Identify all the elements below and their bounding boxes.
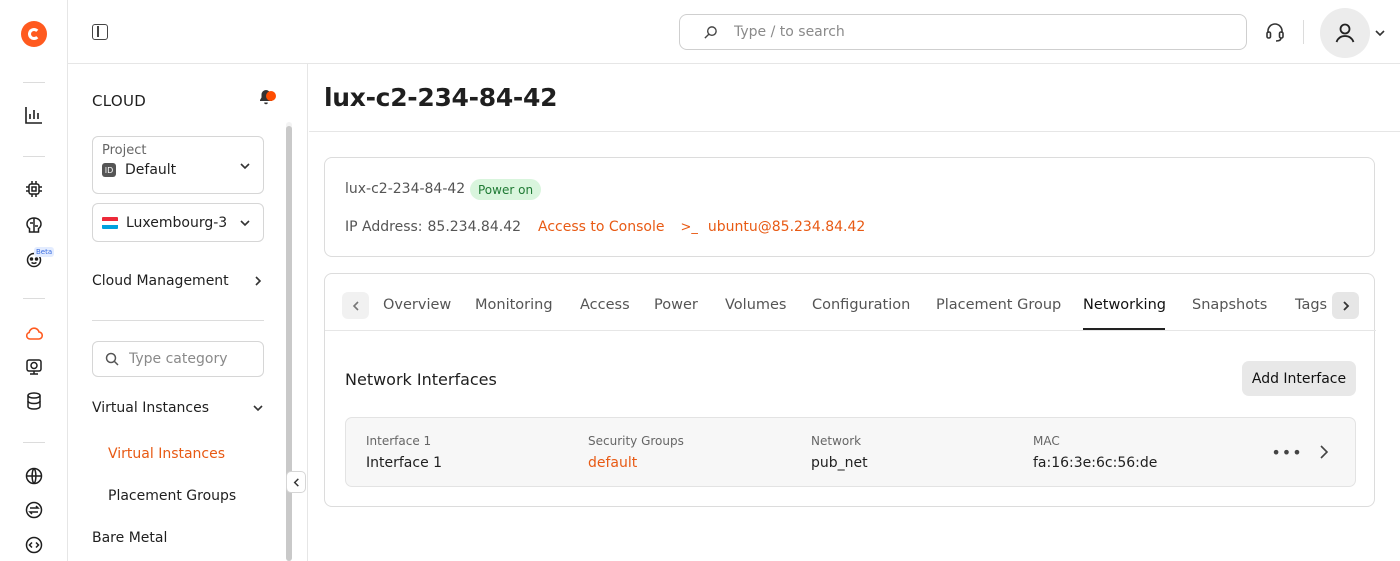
tab-networking[interactable]: Networking xyxy=(1083,297,1166,313)
region-select[interactable]: Luxembourg-3 xyxy=(92,203,264,242)
network-label: Network xyxy=(811,434,862,448)
brain-ai-icon[interactable] xyxy=(23,214,45,236)
sidebar-item-placement-groups[interactable]: Placement Groups xyxy=(108,488,236,504)
tab-placement-group[interactable]: Placement Group xyxy=(936,297,1061,313)
tab-snapshots[interactable]: Snapshots xyxy=(1192,297,1267,313)
tab-volumes[interactable]: Volumes xyxy=(725,297,786,313)
tab-overview[interactable]: Overview xyxy=(383,297,451,313)
tab-strip: Overview Monitoring Access Power Volumes… xyxy=(325,274,1376,331)
rail-divider xyxy=(23,82,45,83)
user-avatar[interactable] xyxy=(1320,8,1370,58)
ip-value: 85.234.84.42 xyxy=(427,219,522,235)
rail-divider xyxy=(23,298,45,299)
project-label: Project xyxy=(102,143,147,158)
chevron-down-icon xyxy=(239,217,251,229)
code-icon[interactable] xyxy=(23,534,45,556)
instance-name: lux-c2-234-84-42 xyxy=(345,181,466,197)
tab-tags[interactable]: Tags xyxy=(1295,297,1327,313)
chevron-down-icon xyxy=(239,160,251,172)
analytics-icon[interactable] xyxy=(23,104,45,126)
tab-power[interactable]: Power xyxy=(654,297,698,313)
table-row[interactable]: Interface 1 Interface 1 Security Groups … xyxy=(345,417,1356,487)
mac-value: fa:16:3e:6c:56:de xyxy=(1033,455,1158,471)
virtual-instances-group-label: Virtual Instances xyxy=(92,400,210,416)
network-cell: Network pub_net xyxy=(811,434,868,471)
instance-details-card: Overview Monitoring Access Power Volumes… xyxy=(324,273,1376,507)
tab-monitoring[interactable]: Monitoring xyxy=(475,297,553,313)
topbar-divider xyxy=(1303,20,1304,44)
ip-label: IP Address: xyxy=(345,219,423,235)
notification-dot xyxy=(266,91,276,101)
page-title: lux-c2-234-84-42 xyxy=(324,83,558,112)
rail-divider xyxy=(23,156,45,157)
category-input[interactable] xyxy=(129,351,249,367)
terminal-icon: >_ xyxy=(680,219,698,235)
bare-metal-nav[interactable]: Bare Metal xyxy=(92,530,264,546)
chevron-left-icon xyxy=(352,300,359,311)
mac-label: MAC xyxy=(1033,434,1060,448)
sidebar-divider xyxy=(92,320,264,321)
mac-cell: MAC fa:16:3e:6c:56:de xyxy=(1033,434,1157,471)
search-icon xyxy=(702,24,718,40)
interface-label: Interface 1 xyxy=(366,434,432,448)
luxembourg-flag-icon xyxy=(102,216,118,229)
project-select[interactable]: Project ID Default xyxy=(92,136,264,194)
security-group-link[interactable]: default xyxy=(588,455,684,471)
interface-value: Interface 1 xyxy=(366,455,443,471)
sidebar-scrollbar-thumb[interactable] xyxy=(286,126,292,561)
tabs-scroll-right-button[interactable] xyxy=(1332,292,1359,319)
access-console-link[interactable]: Access to Console xyxy=(538,219,664,235)
network-value: pub_net xyxy=(811,455,868,471)
more-options-icon[interactable]: ••• xyxy=(1271,442,1301,462)
ip-row: IP Address: 85.234.84.42 Access to Conso… xyxy=(345,219,865,235)
cloud-sidebar: CLOUD Project ID Default Luxembourg-3 Cl… xyxy=(68,64,308,561)
rail-divider xyxy=(23,442,45,443)
header-divider xyxy=(309,131,1400,132)
sidebar-item-virtual-instances[interactable]: Virtual Instances xyxy=(108,446,225,462)
chevron-left-icon xyxy=(293,477,299,487)
global-search[interactable] xyxy=(679,14,1247,50)
beta-badge: Beta xyxy=(34,247,55,257)
brand-logo-icon[interactable] xyxy=(21,21,47,47)
chevron-right-icon xyxy=(1342,300,1349,311)
sidebar-title: CLOUD xyxy=(92,92,147,110)
ssh-link[interactable]: ubuntu@85.234.84.42 xyxy=(708,219,865,235)
security-groups-label: Security Groups xyxy=(588,434,684,448)
cloud-icon[interactable] xyxy=(23,322,45,344)
top-bar xyxy=(68,0,1400,64)
tab-access[interactable]: Access xyxy=(580,297,630,313)
bare-metal-label: Bare Metal xyxy=(92,530,168,546)
chevron-down-icon xyxy=(252,402,264,414)
transfer-icon[interactable] xyxy=(23,499,45,521)
chevron-right-icon[interactable] xyxy=(1317,443,1331,461)
project-id-badge: ID xyxy=(102,163,116,177)
sidebar-toggle-icon[interactable] xyxy=(92,24,108,40)
search-input[interactable] xyxy=(734,24,1214,40)
cloud-management-nav[interactable]: Cloud Management xyxy=(92,273,264,289)
chevron-down-icon[interactable] xyxy=(1373,26,1387,40)
tab-configuration[interactable]: Configuration xyxy=(812,297,910,313)
app-rail: Beta xyxy=(0,0,68,561)
category-search[interactable] xyxy=(92,341,264,377)
search-icon xyxy=(105,352,119,366)
add-interface-button[interactable]: Add Interface xyxy=(1242,361,1356,396)
cloud-management-label: Cloud Management xyxy=(92,273,229,289)
storage-disk-icon[interactable] xyxy=(23,356,45,378)
network-interfaces-title: Network Interfaces xyxy=(345,370,497,389)
collapse-sidebar-button[interactable] xyxy=(286,471,306,493)
region-value: Luxembourg-3 xyxy=(126,214,228,231)
globe-icon[interactable] xyxy=(23,465,45,487)
active-tab-indicator xyxy=(1083,328,1165,330)
instance-summary-card: lux-c2-234-84-42 Power on IP Address: 85… xyxy=(324,157,1375,257)
support-headset-icon[interactable] xyxy=(1264,21,1286,43)
chip-icon[interactable] xyxy=(23,178,45,200)
status-badge: Power on xyxy=(470,179,542,200)
database-icon[interactable] xyxy=(23,390,45,412)
interface-cell: Interface 1 Interface 1 xyxy=(366,434,442,471)
security-groups-cell: Security Groups default xyxy=(588,434,684,471)
project-value: Default xyxy=(125,162,177,178)
virtual-instances-group[interactable]: Virtual Instances xyxy=(92,400,264,416)
tabs-scroll-left-button[interactable] xyxy=(342,292,369,319)
chevron-right-icon xyxy=(252,275,264,287)
